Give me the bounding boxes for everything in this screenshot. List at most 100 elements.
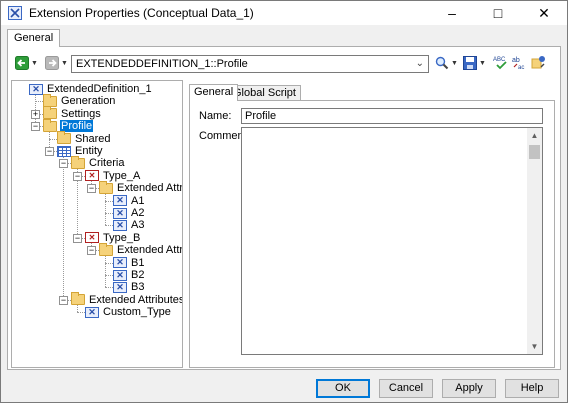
collapse-icon[interactable]: − [87,184,96,194]
tree-node-label: Type_B [103,231,141,244]
tree-node-label: Settings [61,107,101,120]
tree-node[interactable]: ✕ B1 [113,257,145,269]
tree-connector [105,213,113,214]
collapse-icon[interactable]: − [59,159,68,169]
tree-connector [105,225,113,227]
tree-node-label: Extended Attributes [117,182,183,195]
tree-node[interactable]: ✕ A2 [113,207,145,219]
x-icon: ✕ [113,219,127,231]
tree-node-label: A2 [131,207,145,219]
folder-icon [99,242,113,256]
tab-global-script[interactable]: Global Script [228,85,301,101]
folder-icon [71,292,85,306]
chevron-down-icon[interactable]: ⌄ [416,56,424,71]
folder-icon [43,106,57,120]
tree-node-label: Criteria [89,157,125,170]
name-label: Name: [199,110,232,122]
tree-connector [105,287,113,289]
comment-field[interactable]: ▲ ▼ [241,127,543,355]
folder-icon [57,131,71,145]
x-icon: ✕ [113,257,127,269]
tree-node[interactable]: ✕ B3 [113,281,145,293]
folder-icon [71,155,85,169]
rename-button[interactable]: ab ac [512,55,527,70]
table-icon [57,145,71,157]
tree-node[interactable]: ✕ Type_A [85,170,141,182]
object-path-combo[interactable]: EXTENDEDDEFINITION_1::Profile ⌄ [71,55,429,73]
tree-node[interactable]: Generation [43,93,116,107]
scroll-up-icon[interactable]: ▲ [527,128,542,143]
tree-connector [77,312,85,314]
definition-tree[interactable]: ✕ ExtendedDefinition_1 Generation + Settings… [11,80,183,368]
tree-node-label: Extended Attributes [89,293,183,306]
tree-node[interactable]: Shared [57,131,111,145]
help-button[interactable]: Help [505,379,559,398]
back-button[interactable]: ▼ [15,56,38,70]
tree-node[interactable]: Settings [43,106,102,120]
tree-node[interactable]: Criteria [71,155,125,170]
apply-button[interactable]: Apply [442,379,496,398]
tree-node[interactable]: ✕ A3 [113,219,145,231]
collapse-icon[interactable]: − [59,295,68,305]
tree-node[interactable]: ✕ Type_B [85,232,141,244]
spell-check-button[interactable]: ABC [493,55,508,70]
collapse-icon[interactable]: − [73,233,82,243]
tree-connector [77,304,78,313]
tree-connector [105,200,113,202]
tree-node[interactable]: Extended Attributes [71,292,183,306]
x-icon: ✕ [113,195,127,207]
tree-node[interactable]: Extended Attributes [99,180,183,195]
back-icon [15,56,29,70]
folder-icon [43,118,57,132]
collapse-icon[interactable]: − [31,122,40,132]
ok-button[interactable]: OK [316,379,370,398]
tree-node-label: ExtendedDefinition_1 [47,83,152,95]
tab-general[interactable]: General [7,29,61,47]
comment-scrollbar[interactable]: ▲ ▼ [527,128,542,354]
x-icon: ✕ [113,269,127,281]
app-icon [8,6,22,20]
cancel-button[interactable]: Cancel [379,379,433,398]
forward-button[interactable]: ▼ [45,56,68,70]
tree-node-label: B3 [131,281,145,294]
collapse-icon[interactable]: − [45,147,54,156]
save-icon [463,56,477,70]
tree-node-label: Type_A [103,169,141,182]
tree-node-label: B1 [131,256,145,269]
find-icon [435,56,449,70]
tab-general[interactable]: General [189,84,239,101]
scrollbar-thumb[interactable] [529,145,540,159]
name-field[interactable]: Profile [241,108,543,124]
tree-connector [105,275,113,276]
window-title: Extension Properties (Conceptual Data_1) [29,6,254,20]
tree-node[interactable]: ✕ Custom_Type [85,306,172,318]
tree-node[interactable]: ✕ A1 [113,195,145,207]
collapse-icon[interactable]: − [73,171,82,181]
svg-text:ab: ab [512,57,520,64]
spell-check-icon: ABC [493,57,507,70]
x-icon: ✕ [113,281,127,293]
chevron-down-icon: ▼ [31,59,38,67]
chevron-down-icon: ▼ [61,59,68,67]
scroll-down-icon[interactable]: ▼ [527,339,542,354]
tree-node[interactable]: ✕ B2 [113,269,145,281]
expand-icon[interactable]: + [31,109,40,119]
type-icon: ✕ [85,232,99,244]
rename-icon: ab ac [512,57,524,70]
tree-node-label: B2 [131,269,145,281]
tree-node[interactable]: Entity [57,145,104,157]
properties-button[interactable] [531,55,546,70]
tree-node[interactable]: Extended Attributes [99,242,183,257]
tree-node-label: Extended Attributes [117,244,183,257]
close-button[interactable]: ✕ [521,1,567,25]
maximize-button[interactable]: □ [475,1,521,25]
tree-node-label: Shared [75,132,111,145]
tree-connector [49,138,57,140]
find-button[interactable]: ▼ [435,56,458,70]
minimize-button[interactable]: – [429,1,475,25]
collapse-icon[interactable]: − [87,246,96,256]
type-icon: ✕ [85,170,99,182]
extension-properties-dialog: Extension Properties (Conceptual Data_1)… [0,0,568,403]
tree-node[interactable]: Profile [43,118,94,133]
save-button[interactable]: ▼ [463,56,486,70]
